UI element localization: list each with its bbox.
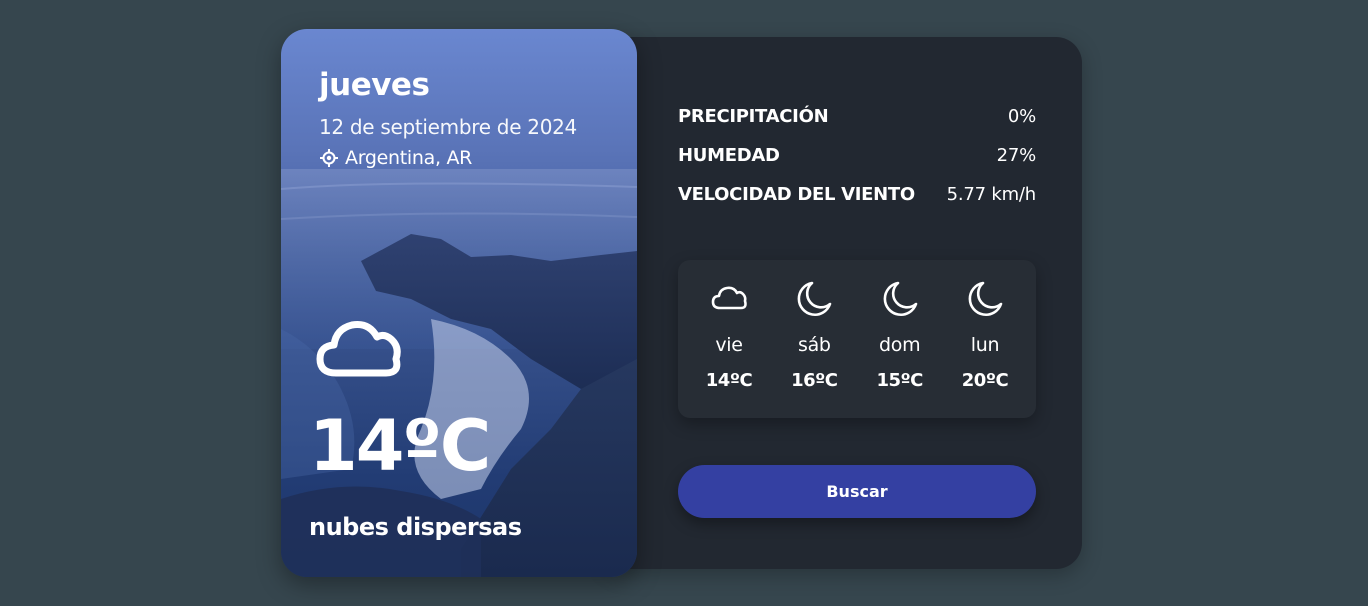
weekday-title: jueves: [319, 67, 430, 103]
forecast-temperature: 15ºC: [876, 370, 923, 391]
location-text: Argentina, AR: [345, 147, 473, 169]
forecast-day: vie 14ºC: [698, 260, 760, 418]
location-label: Argentina, AR: [319, 147, 472, 169]
stat-humidity: HUMEDAD 27%: [678, 145, 1036, 184]
search-button[interactable]: Buscar: [678, 465, 1036, 518]
current-temperature: 14ºC: [309, 405, 491, 487]
weather-app: jueves 12 de septiembre de 2024 Argentin…: [0, 0, 1368, 606]
forecast-day-name: sáb: [797, 334, 831, 356]
moon-icon: [883, 281, 917, 317]
moon-icon: [968, 281, 1003, 317]
stat-label: VELOCIDAD DEL VIENTO: [678, 184, 915, 205]
stat-wind-speed: VELOCIDAD DEL VIENTO 5.77 km/h: [678, 184, 1036, 223]
stat-label: HUMEDAD: [678, 145, 780, 166]
moon-icon: [797, 281, 832, 317]
forecast-day: dom 15ºC: [869, 260, 931, 418]
stat-label: PRECIPITACIÓN: [678, 106, 829, 127]
forecast-day-name: dom: [879, 334, 921, 356]
weather-stats: PRECIPITACIÓN 0% HUMEDAD 27% VELOCIDAD D…: [678, 106, 1036, 223]
forecast-temperature: 20ºC: [961, 370, 1009, 391]
forecast-panel: vie 14ºC sáb 16ºC dom 15ºC lun 20ºC: [678, 260, 1036, 418]
cloud-icon: [711, 286, 747, 310]
weather-description: nubes dispersas: [309, 513, 522, 541]
forecast-day-name: vie: [715, 334, 743, 356]
forecast-day: sáb 16ºC: [783, 260, 845, 418]
cloud-icon: [316, 321, 401, 377]
location-crosshair-icon: [320, 149, 338, 167]
current-weather-card: jueves 12 de septiembre de 2024 Argentin…: [281, 29, 637, 577]
current-date: 12 de septiembre de 2024: [319, 115, 577, 139]
stat-value: 0%: [1007, 106, 1036, 127]
forecast-temperature: 16ºC: [791, 370, 838, 391]
stat-value: 5.77 km/h: [946, 184, 1037, 205]
forecast-day-name: lun: [970, 334, 1000, 356]
forecast-temperature: 14ºC: [705, 370, 753, 391]
stat-precipitation: PRECIPITACIÓN 0%: [678, 106, 1036, 145]
forecast-day: lun 20ºC: [954, 260, 1016, 418]
stat-value: 27%: [996, 145, 1037, 166]
